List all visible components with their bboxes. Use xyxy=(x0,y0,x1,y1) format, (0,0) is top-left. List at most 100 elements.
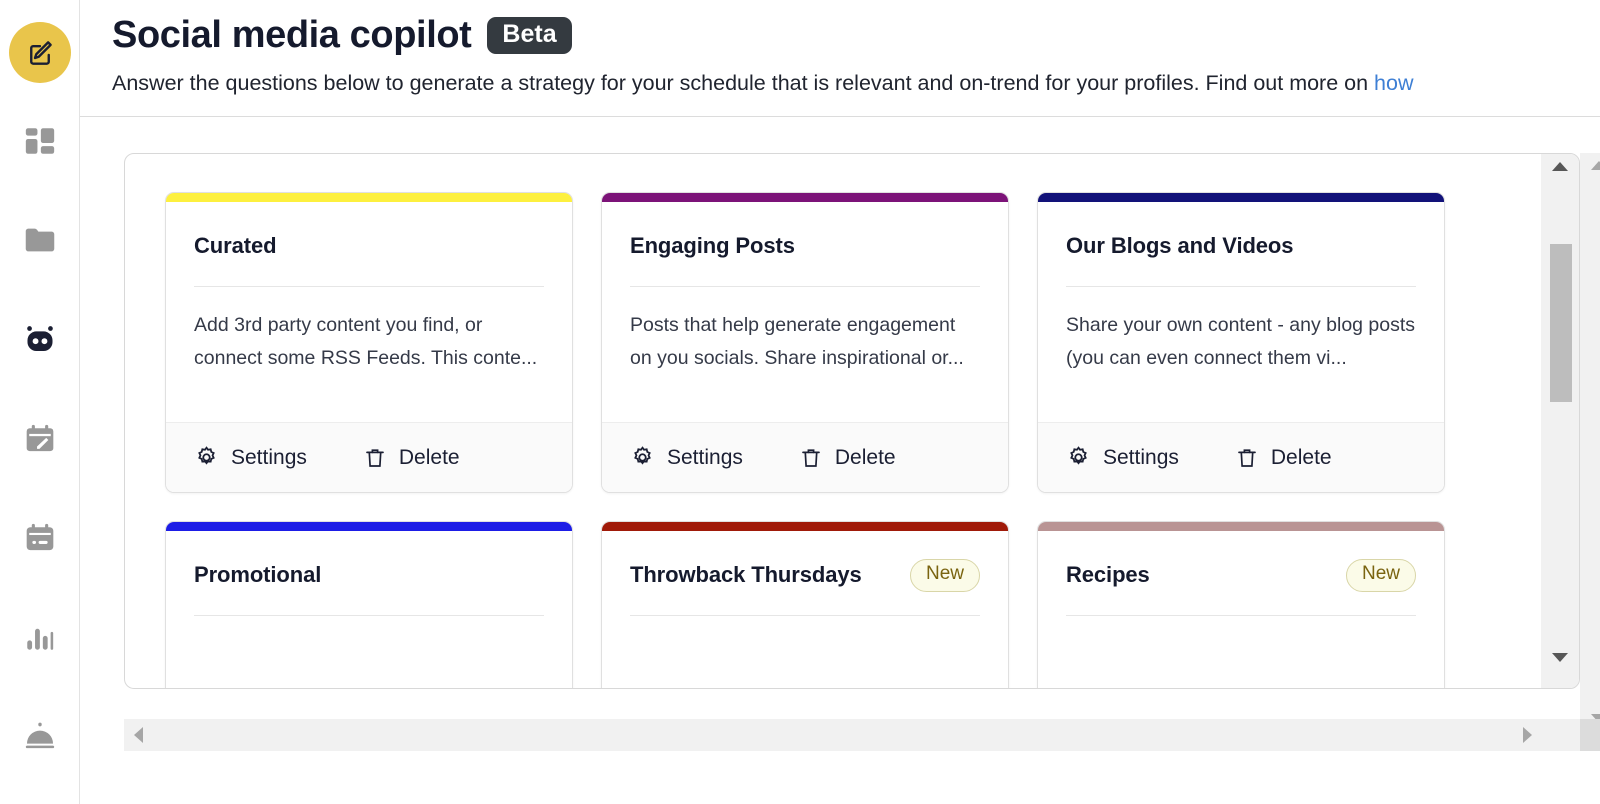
card-body: Our Blogs and Videos Share your own cont… xyxy=(1038,202,1444,397)
card-accent-bar xyxy=(1038,522,1444,532)
card-title: Curated xyxy=(194,232,277,258)
card-settings-button[interactable]: Settings xyxy=(194,445,307,470)
triangle-right-icon xyxy=(1523,726,1532,743)
triangle-left-icon xyxy=(134,726,143,743)
how-it-works-link[interactable]: how xyxy=(1374,71,1413,95)
card-accent-bar xyxy=(602,522,1008,532)
calendar-icon xyxy=(23,521,57,555)
sidebar-item-compose[interactable] xyxy=(8,22,71,84)
card-divider xyxy=(630,615,980,617)
page-title: Social media copilot xyxy=(112,14,472,56)
card-body: Promotional xyxy=(166,531,572,688)
card-footer: Settings Delete xyxy=(166,422,572,493)
sidebar xyxy=(0,0,80,804)
compose-icon xyxy=(25,38,55,68)
outer-scroll-up-button[interactable] xyxy=(1591,160,1600,170)
category-card[interactable]: Engaging Posts Posts that help generate … xyxy=(601,191,1009,494)
category-card[interactable]: Throwback Thursdays New xyxy=(601,521,1009,688)
gear-icon xyxy=(630,445,655,470)
card-settings-label: Settings xyxy=(667,445,743,469)
sidebar-item-support[interactable] xyxy=(8,705,72,768)
card-footer: Settings Delete xyxy=(602,422,1008,493)
scroll-down-button[interactable] xyxy=(1552,652,1568,662)
trash-icon xyxy=(1235,446,1259,470)
card-accent-bar xyxy=(602,192,1008,202)
gear-icon xyxy=(1066,445,1091,470)
outer-scroll-left-button[interactable] xyxy=(134,726,143,743)
category-panel: Curated Add 3rd party content you find, … xyxy=(124,152,1580,689)
card-delete-button[interactable]: Delete xyxy=(799,446,896,470)
card-divider xyxy=(1066,615,1416,617)
triangle-down-icon xyxy=(1552,652,1568,662)
folder-icon xyxy=(22,222,58,258)
card-head: Promotional xyxy=(194,557,544,593)
category-card-grid: Curated Add 3rd party content you find, … xyxy=(165,191,1543,688)
category-card[interactable]: Promotional xyxy=(165,521,573,688)
new-badge: New xyxy=(1345,558,1416,592)
bar-chart-icon xyxy=(23,620,57,654)
card-body: Recipes New xyxy=(1038,531,1444,688)
card-settings-button[interactable]: Settings xyxy=(1066,445,1179,470)
card-accent-bar xyxy=(166,522,572,532)
sidebar-item-planner[interactable] xyxy=(8,407,72,470)
sidebar-item-assistant[interactable] xyxy=(8,308,72,371)
card-delete-button[interactable]: Delete xyxy=(1235,446,1332,470)
category-card[interactable]: Recipes New xyxy=(1037,521,1445,688)
card-title: Promotional xyxy=(194,562,322,588)
calendar-edit-icon xyxy=(23,422,57,456)
card-title: Recipes xyxy=(1066,562,1150,588)
card-head: Engaging Posts xyxy=(630,228,980,264)
card-delete-label: Delete xyxy=(398,445,460,469)
beta-badge: Beta xyxy=(487,17,572,55)
card-description: Share your own content - any blog posts … xyxy=(1066,313,1416,370)
page-header: Social media copilot Beta Answer the que… xyxy=(80,0,1600,117)
title-row: Social media copilot Beta xyxy=(112,14,1600,58)
card-delete-button[interactable]: Delete xyxy=(363,446,460,470)
grid-dashboard-icon xyxy=(23,124,57,158)
sidebar-item-dashboard[interactable] xyxy=(8,109,72,172)
card-title: Engaging Posts xyxy=(630,232,795,258)
card-delete-label: Delete xyxy=(834,445,896,469)
card-divider xyxy=(194,615,544,617)
outer-scroll-right-button[interactable] xyxy=(1523,726,1532,743)
card-description xyxy=(630,638,980,688)
card-settings-label: Settings xyxy=(1103,445,1179,469)
app-root: Social media copilot Beta Answer the que… xyxy=(0,0,1600,804)
card-body: Throwback Thursdays New xyxy=(602,531,1008,688)
scroll-up-button[interactable] xyxy=(1552,161,1568,171)
page-subtitle: Answer the questions below to generate a… xyxy=(112,70,1600,98)
category-card[interactable]: Curated Add 3rd party content you find, … xyxy=(165,191,573,494)
triangle-up-icon xyxy=(1591,160,1600,170)
card-divider xyxy=(1066,285,1416,287)
card-head: Curated xyxy=(194,228,544,264)
card-divider xyxy=(194,285,544,287)
inner-vertical-scrollbar[interactable] xyxy=(1541,153,1579,688)
card-accent-bar xyxy=(1038,192,1444,202)
card-settings-button[interactable]: Settings xyxy=(630,445,743,470)
inner-horizontal-scrollbar[interactable] xyxy=(125,688,1580,689)
card-accent-bar xyxy=(166,192,572,202)
main-content: Social media copilot Beta Answer the que… xyxy=(80,0,1600,804)
card-settings-label: Settings xyxy=(231,445,307,469)
sidebar-item-library[interactable] xyxy=(8,209,72,272)
card-delete-label: Delete xyxy=(1270,445,1332,469)
card-title: Throwback Thursdays xyxy=(630,562,862,588)
card-description xyxy=(194,638,544,688)
scroll-thumb-vertical[interactable] xyxy=(1550,243,1572,402)
trash-icon xyxy=(799,446,823,470)
outer-vertical-scrollbar[interactable] xyxy=(1580,152,1600,751)
category-card[interactable]: Our Blogs and Videos Share your own cont… xyxy=(1037,191,1445,494)
card-divider xyxy=(630,285,980,287)
card-description: Add 3rd party content you find, or conne… xyxy=(194,313,538,370)
card-head: Recipes New xyxy=(1066,557,1416,593)
sidebar-item-analytics[interactable] xyxy=(8,606,72,669)
sidebar-item-calendar[interactable] xyxy=(8,506,72,569)
category-scroll-area: Curated Add 3rd party content you find, … xyxy=(125,154,1543,688)
card-body: Engaging Posts Posts that help generate … xyxy=(602,202,1008,397)
gear-icon xyxy=(194,445,219,470)
panel-wrapper: Curated Add 3rd party content you find, … xyxy=(124,152,1600,753)
card-head: Our Blogs and Videos xyxy=(1066,228,1416,264)
trash-icon xyxy=(363,446,387,470)
outer-horizontal-scrollbar[interactable] xyxy=(124,718,1600,751)
card-description: Posts that help generate engagement on y… xyxy=(630,313,964,370)
